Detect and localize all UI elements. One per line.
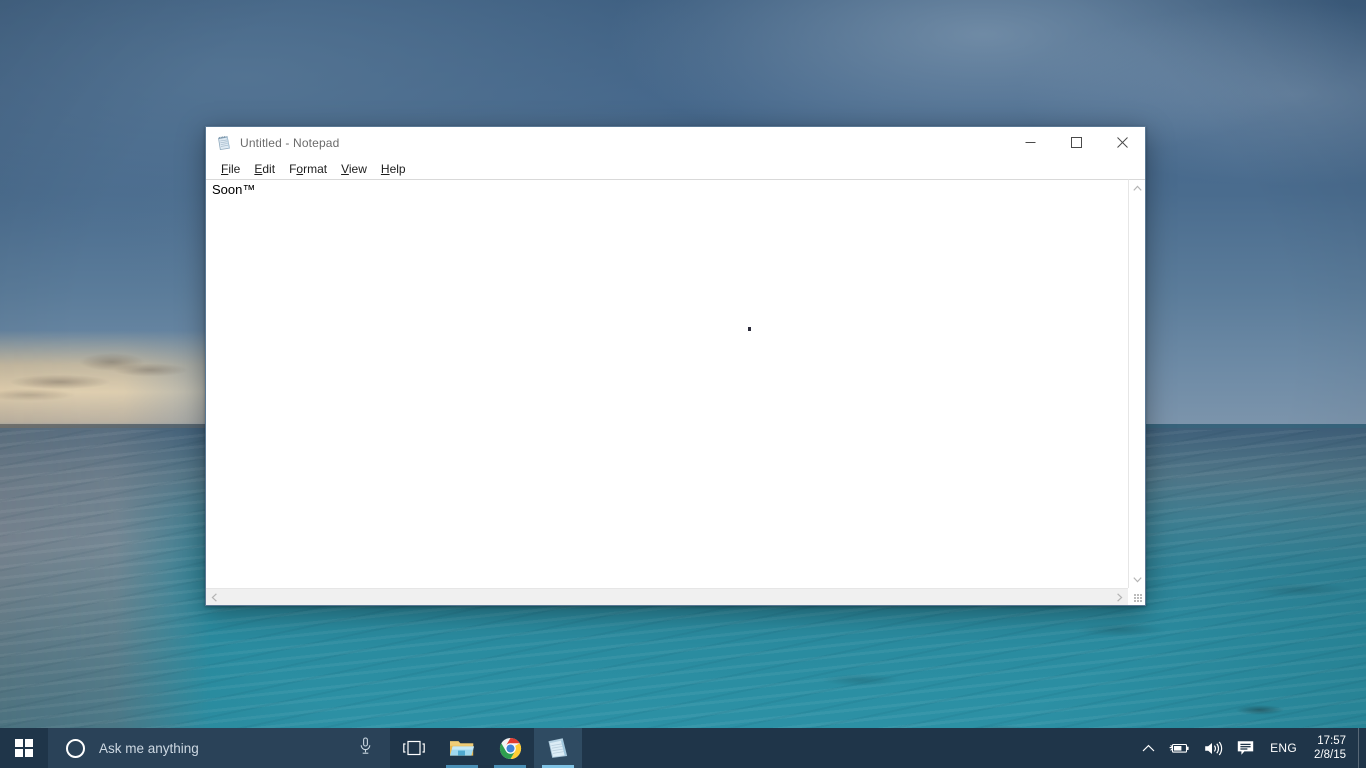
search-input[interactable]: Ask me anything <box>48 728 390 768</box>
system-tray: ENG 17:57 2/8/15 <box>1135 728 1366 768</box>
notepad-icon <box>216 135 232 151</box>
battery-icon[interactable] <box>1162 728 1197 768</box>
taskbar-item-notepad[interactable] <box>534 728 582 768</box>
clock-date: 2/8/15 <box>1314 748 1346 762</box>
resize-grip[interactable] <box>1128 588 1145 605</box>
notepad-titlebar[interactable]: Untitled - Notepad <box>206 127 1145 158</box>
task-view-button[interactable] <box>390 728 438 768</box>
menu-item-format[interactable]: Format <box>282 160 334 178</box>
cursor-artifact <box>748 327 751 331</box>
menu-format-rest: rmat <box>303 162 327 176</box>
microphone-icon[interactable] <box>359 737 372 760</box>
search-placeholder: Ask me anything <box>99 741 359 756</box>
menu-item-help[interactable]: Help <box>374 160 413 178</box>
menu-item-edit[interactable]: Edit <box>247 160 282 178</box>
menu-help-accel: H <box>381 162 390 176</box>
clock[interactable]: 17:57 2/8/15 <box>1306 728 1358 768</box>
notepad-menubar[interactable]: File Edit Format View Help <box>206 158 1145 179</box>
show-desktop-button[interactable] <box>1358 728 1366 768</box>
taskbar-item-google-chrome[interactable] <box>486 728 534 768</box>
maximize-button[interactable] <box>1053 127 1099 158</box>
minimize-button[interactable] <box>1007 127 1053 158</box>
desktop[interactable]: Untitled - Notepad File Edit Form <box>0 0 1366 768</box>
notepad-body: Soon™ <box>206 179 1145 605</box>
volume-icon[interactable] <box>1197 728 1230 768</box>
window-controls <box>1007 127 1145 158</box>
scroll-right-icon[interactable] <box>1111 589 1128 606</box>
taskbar-apps <box>390 728 582 768</box>
menu-item-view[interactable]: View <box>334 160 374 178</box>
vertical-scrollbar[interactable] <box>1128 179 1145 588</box>
taskbar[interactable]: Ask me anything <box>0 728 1366 768</box>
menu-item-file[interactable]: File <box>214 160 247 178</box>
scroll-up-icon[interactable] <box>1129 180 1146 197</box>
notepad-text-area[interactable]: Soon™ <box>206 179 1128 588</box>
window-title: Untitled - Notepad <box>240 136 1007 150</box>
horizontal-scrollbar[interactable] <box>206 588 1128 605</box>
scroll-down-icon[interactable] <box>1129 571 1146 588</box>
menu-view-accel: V <box>341 162 349 176</box>
close-button[interactable] <box>1099 127 1145 158</box>
clock-time: 17:57 <box>1317 734 1346 748</box>
menu-help-rest: elp <box>390 162 406 176</box>
show-hidden-icons-button[interactable] <box>1135 728 1162 768</box>
action-center-icon[interactable] <box>1230 728 1261 768</box>
start-button[interactable] <box>0 728 48 768</box>
menu-file-rest: ile <box>228 162 240 176</box>
document-text: Soon™ <box>212 182 1128 198</box>
windows-logo-icon <box>15 739 33 757</box>
cortana-circle-icon <box>66 739 85 758</box>
scroll-left-icon[interactable] <box>206 589 223 606</box>
taskbar-item-file-explorer[interactable] <box>438 728 486 768</box>
menu-view-rest: iew <box>349 162 367 176</box>
notepad-hscroll-row <box>206 588 1145 605</box>
notepad-window[interactable]: Untitled - Notepad File Edit Form <box>205 126 1146 606</box>
language-indicator[interactable]: ENG <box>1261 728 1306 768</box>
menu-edit-rest: dit <box>262 162 275 176</box>
notepad-edit-row: Soon™ <box>206 179 1145 588</box>
